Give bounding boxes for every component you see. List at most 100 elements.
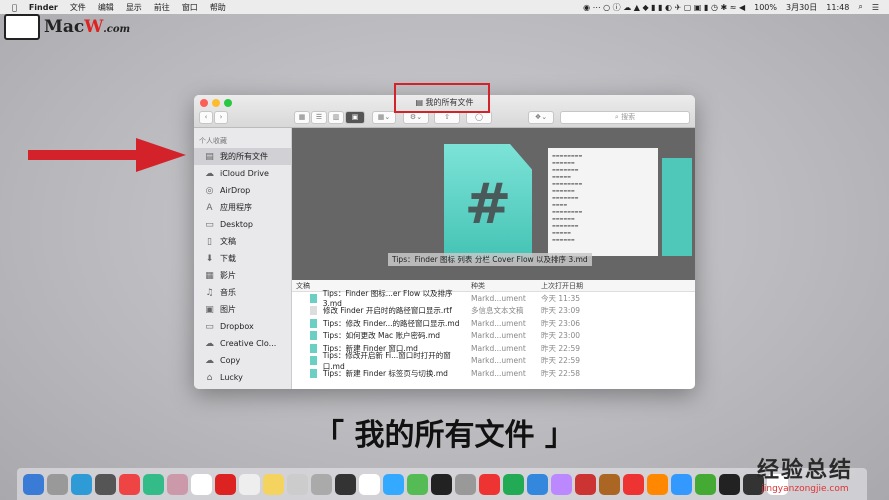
dock-app-icon[interactable] — [287, 473, 308, 495]
applications-icon: A — [206, 202, 213, 213]
sidebar-item[interactable]: ☁ Creative Clo... — [194, 335, 291, 352]
search-placeholder: 搜索 — [621, 113, 636, 121]
dock-app-icon[interactable] — [119, 473, 140, 495]
arrange-button[interactable]: ▦⌄ — [372, 111, 396, 124]
markdown-file-icon[interactable]: # — [444, 144, 532, 260]
file-icon — [310, 318, 317, 328]
sidebar-item[interactable]: ▯ 文稿 — [194, 233, 291, 250]
dock-app-icon[interactable] — [359, 473, 380, 495]
sidebar-item-label: 文稿 — [220, 237, 236, 246]
notification-center-icon[interactable]: ☰ — [872, 3, 879, 12]
file-row[interactable]: Tips：新建 Finder 标签页与切换.md Markd...ument 昨天 … — [292, 367, 695, 380]
dock-app-icon[interactable] — [263, 473, 284, 495]
file-row[interactable]: 修改 Finder 开启时的路径窗口显示.rtf 多信息文本文稿 昨天 23:09 — [292, 305, 695, 318]
battery-status[interactable]: 100% — [754, 3, 777, 12]
dock-app-icon[interactable] — [335, 473, 356, 495]
all-files-icon: ▤ — [205, 151, 214, 162]
dock-app-icon[interactable] — [575, 473, 596, 495]
dropbox-button[interactable]: ❖⌄ — [528, 111, 554, 124]
dock-app-icon[interactable] — [167, 473, 188, 495]
sidebar-item[interactable]: ▤ 我的所有文件 — [194, 148, 291, 165]
file-row[interactable]: Tips：修改开启新 Fi...窗口时打开的窗口.md Markd...ument… — [292, 351, 695, 371]
file-icon — [310, 306, 317, 316]
dock-app-icon[interactable] — [47, 473, 68, 495]
dock-app-icon[interactable] — [23, 473, 44, 495]
menu-go[interactable]: 前往 — [154, 2, 170, 13]
dock-app-icon[interactable] — [143, 473, 164, 495]
file-row[interactable]: Tips：如何更改 Mac 账户密码.md Markd...ument 昨天 23:… — [292, 330, 695, 343]
dock-app-icon[interactable] — [527, 473, 548, 495]
forward-button[interactable]: › — [214, 111, 228, 124]
back-button[interactable]: ‹ — [199, 111, 213, 124]
cover-flow-preview[interactable]: # ▬▬▬▬▬▬▬▬ ▬▬▬▬▬▬ ▬▬▬▬▬▬▬ ▬▬▬▬▬ ▬▬▬▬▬▬▬▬ ▬▬▬▬… — [292, 128, 695, 280]
dock-app-icon[interactable] — [191, 473, 212, 495]
dock-app-icon[interactable] — [479, 473, 500, 495]
document-thumbnail[interactable]: ▬▬▬▬▬▬▬▬ ▬▬▬▬▬▬ ▬▬▬▬▬▬▬ ▬▬▬▬▬ ▬▬▬▬▬▬▬▬ ▬▬▬▬▬▬… — [548, 148, 658, 256]
sidebar-item-label: Creative Clo... — [220, 339, 277, 348]
dock-app-icon[interactable] — [95, 473, 116, 495]
dock-app-icon[interactable] — [455, 473, 476, 495]
coverflow-view-button[interactable]: ▣ — [345, 111, 365, 124]
menubar-time[interactable]: 11:48 — [826, 3, 849, 12]
sidebar-item-label: AirDrop — [220, 186, 251, 195]
icon-view-button[interactable]: ▦ — [294, 111, 310, 124]
column-kind[interactable]: 种类 — [468, 281, 536, 291]
file-icon — [310, 331, 317, 341]
dock-app-icon[interactable] — [551, 473, 572, 495]
search-input[interactable]: ⌕ 搜索 — [560, 111, 690, 124]
dock-app-icon[interactable] — [407, 473, 428, 495]
home-icon: ⌂ — [206, 372, 213, 383]
dock-app-icon[interactable] — [239, 473, 260, 495]
column-view-button[interactable]: ▥ — [328, 111, 344, 124]
sidebar-item[interactable]: ♫ 音乐 — [194, 284, 291, 301]
copy-icon: ☁ — [205, 355, 214, 366]
sidebar-item[interactable]: A 应用程序 — [194, 199, 291, 216]
file-icon — [310, 368, 317, 378]
dock-app-icon[interactable] — [719, 473, 740, 495]
file-icon — [310, 356, 317, 366]
column-date[interactable]: 上次打开日期 — [536, 281, 695, 291]
menu-edit[interactable]: 编辑 — [98, 2, 114, 13]
file-kind: Markd...ument — [471, 331, 526, 341]
file-row[interactable]: Tips：Finder 图标...er Flow 以及排序 3.md Markd.… — [292, 289, 695, 308]
menu-window[interactable]: 窗口 — [182, 2, 198, 13]
sidebar-item[interactable]: ◎ AirDrop — [194, 182, 291, 199]
sidebar-item[interactable]: ⌂ Lucky — [194, 369, 291, 386]
spotlight-icon[interactable]: ⌕ — [858, 2, 862, 12]
dock-app-icon[interactable] — [215, 473, 236, 495]
menu-help[interactable]: 帮助 — [210, 2, 226, 13]
sidebar-item[interactable]: ▭ Dropbox — [194, 318, 291, 335]
dock-app-icon[interactable] — [671, 473, 692, 495]
sidebar-item[interactable]: ▭ Desktop — [194, 216, 291, 233]
sidebar-item-label: Lucky — [220, 373, 243, 382]
file-row[interactable]: Tips：修改 Finder...的路径窗口显示.md Markd...ument… — [292, 317, 695, 330]
file-date: 今天 11:35 — [541, 293, 580, 303]
sidebar-item-label: 图片 — [220, 305, 236, 314]
status-icons[interactable]: ◉ ⋯ ○ ⓘ ☁ ▲ ◆ ▮ ▮ ◐ ✈ ▢ ▣ ▮ ◷ ✱ ≈ ◀ — [583, 2, 745, 13]
dock-app-icon[interactable] — [599, 473, 620, 495]
watermark-main: 经验总结 — [756, 458, 853, 483]
dock-app-icon[interactable] — [71, 473, 92, 495]
list-view-button[interactable]: ☰ — [311, 111, 327, 124]
menu-finder[interactable]: Finder — [29, 3, 58, 12]
sidebar-item[interactable]: ▣ 图片 — [194, 301, 291, 318]
file-icon — [310, 293, 317, 303]
dock-app-icon[interactable] — [503, 473, 524, 495]
airdrop-icon: ◎ — [205, 185, 214, 196]
file-date: 昨天 23:09 — [541, 306, 580, 316]
apple-menu[interactable]:  — [12, 3, 17, 12]
dock-app-icon[interactable] — [431, 473, 452, 495]
sidebar-item[interactable]: ☁ Copy — [194, 352, 291, 369]
dock-app-icon[interactable] — [695, 473, 716, 495]
menu-file[interactable]: 文件 — [70, 2, 86, 13]
dock-app-icon[interactable] — [623, 473, 644, 495]
file-thumbnail[interactable] — [662, 158, 692, 256]
menu-view[interactable]: 显示 — [126, 2, 142, 13]
sidebar-item[interactable]: ☁ iCloud Drive — [194, 165, 291, 182]
dock-app-icon[interactable] — [647, 473, 668, 495]
dock-app-icon[interactable] — [311, 473, 332, 495]
dock-app-icon[interactable] — [383, 473, 404, 495]
sidebar-item[interactable]: ⬇ 下载 — [194, 250, 291, 267]
sidebar-item[interactable]: ▦ 影片 — [194, 267, 291, 284]
menubar-date[interactable]: 3月30日 — [786, 2, 817, 13]
